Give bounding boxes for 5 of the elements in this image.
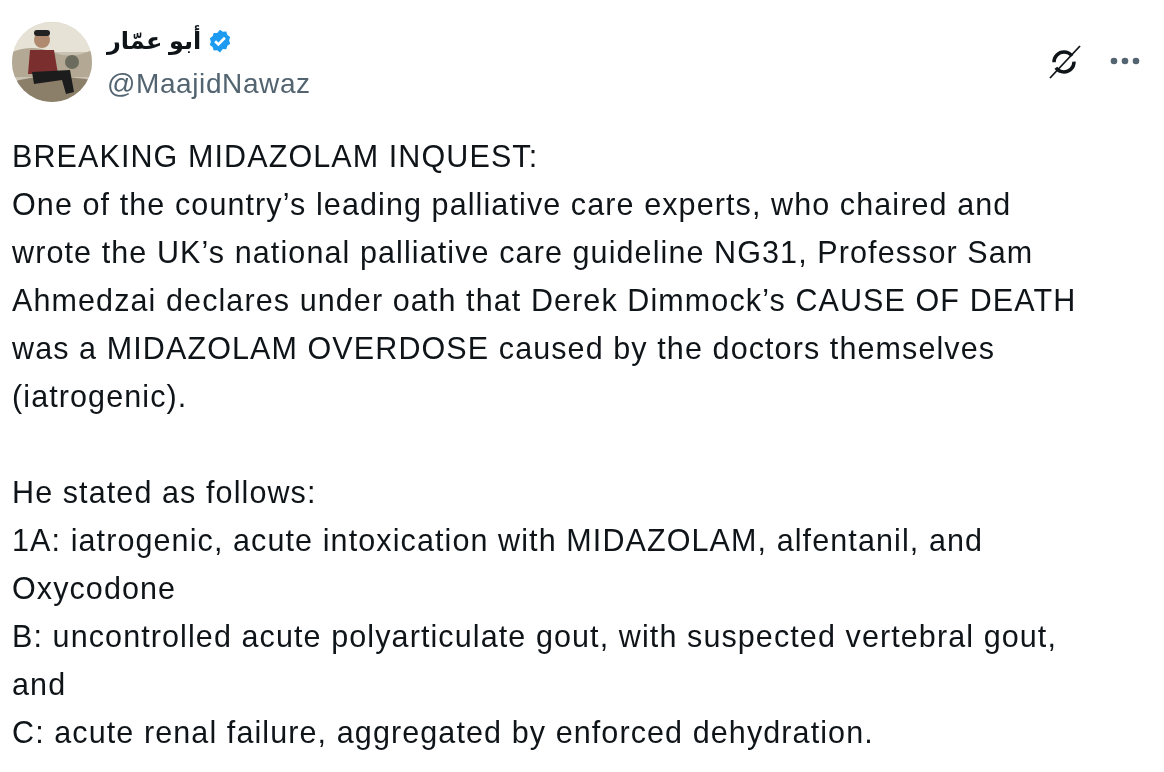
author-handle[interactable]: @MaajidNawaz bbox=[107, 66, 311, 102]
author-name[interactable]: أبو عمّار bbox=[107, 24, 202, 58]
more-icon[interactable] bbox=[1110, 57, 1140, 65]
tweet-text: He stated as follows: 1A: iatrogenic, acute intoxication with MIDAZOLAM, alfentanil, and Oxycodone B: uncontrolled acute polyarticulate gout, with suspected vertebral gout, and C: acute renal failure, aggregated by enforced dehydration. bbox=[12, 474, 1058, 752]
tweet-text: BREAKING MIDAZOLAM INQUEST: One of the country’s leading palliative care experts, who chaired and wrote the UK’s national palliative care guideline NG31, Professor Sam Ahmedzai declares under oath that Derek Dimmock’s CAUSE OF DEATH was a MIDAZOLAM OVERDOSE caused by the doctors themselves (iatrogenic). bbox=[12, 138, 1078, 416]
